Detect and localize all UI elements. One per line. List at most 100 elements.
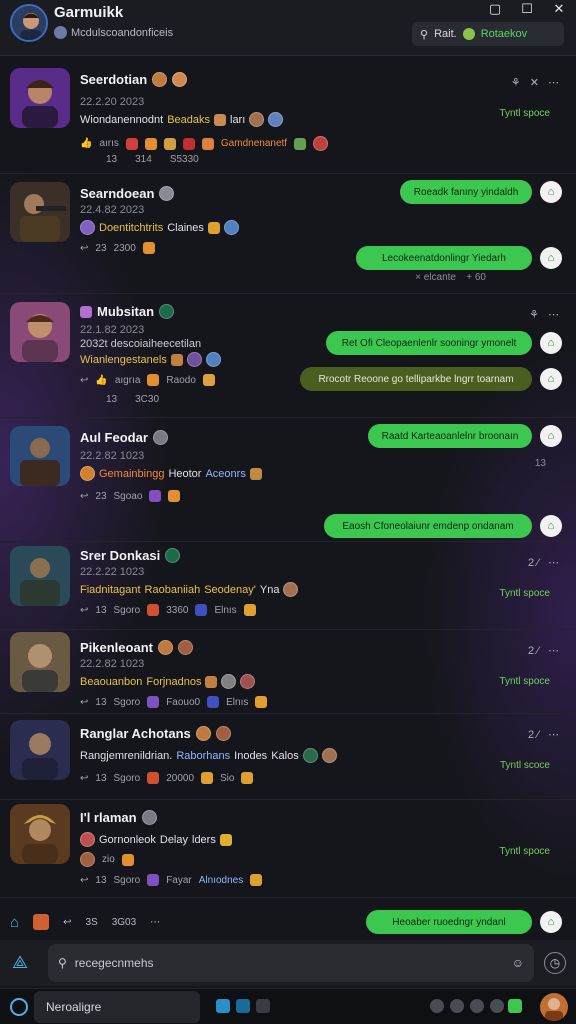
restore-icon[interactable]: ▢: [488, 2, 502, 16]
sent-message-bubble[interactable]: Heoaber ruoedngr yndanl: [366, 910, 532, 934]
tray-icon[interactable]: [490, 999, 504, 1013]
post-avatar[interactable]: [10, 632, 70, 692]
badge-icon: [159, 186, 175, 201]
user-avatar[interactable]: [540, 993, 568, 1021]
search-icon: ⚲: [420, 28, 429, 41]
post-text-part: Raborhans: [176, 749, 231, 762]
start-icon[interactable]: [10, 998, 28, 1016]
app-icon[interactable]: [256, 999, 270, 1013]
post-author: Aul Feodar: [80, 430, 168, 445]
post-stats: zio: [80, 852, 134, 867]
more-options-icon[interactable]: 2⁄ ⋯: [528, 556, 562, 569]
reply-icon[interactable]: ↩: [63, 917, 71, 928]
badge-icon: [172, 72, 188, 87]
post-text: Rangjemrenildrian. Raborhans Inodes Kalo…: [80, 748, 337, 763]
post-stats: 👍 aırıs Gamdnenanetf: [80, 136, 329, 151]
sent-message-bubble[interactable]: Rrocotr Reoone go telliparkbe lngrr toar…: [300, 367, 532, 391]
badge-icon: [313, 136, 329, 151]
post-avatar[interactable]: [10, 720, 70, 780]
taskbar-input-text: Neroaligre: [46, 1000, 102, 1014]
sent-message-bubble[interactable]: Eaosh Cfoneolaiunr emdenp ondanam: [324, 514, 532, 538]
clock-icon[interactable]: ◷: [544, 952, 566, 974]
post-avatar[interactable]: [10, 68, 70, 128]
stat-value: 3G03: [111, 916, 137, 928]
post-text-part: Gornonleok: [99, 833, 156, 846]
more-options-icon[interactable]: 2⁄ ⋯: [528, 644, 562, 657]
post-stats: ↩ 23 Sgoao: [80, 490, 181, 502]
more-options-icon[interactable]: ⋯: [150, 917, 160, 928]
post-avatar[interactable]: [10, 426, 70, 486]
post-text-part: Kalos: [271, 749, 299, 762]
emoji-icon: [147, 772, 160, 784]
header-search[interactable]: ⚲ Rait. Rotaekov: [412, 22, 564, 46]
app-icon[interactable]: [236, 999, 250, 1013]
post-text-part: Claines: [167, 221, 204, 234]
close-icon[interactable]: ✕: [552, 2, 566, 16]
post-text-part: Seodenay': [204, 583, 256, 596]
list-item[interactable]: Pikenleoant 22.2.82 1023 Beaouanbon Forj…: [0, 630, 576, 714]
sent-message-bubble[interactable]: Roeadk fanıny yindaldh: [400, 180, 532, 204]
stat-value: aırıs: [99, 138, 119, 149]
author-name: I'l rlaman: [80, 810, 137, 825]
stat-value: zio: [102, 854, 115, 865]
more-options-icon[interactable]: ⚘ ⋯: [529, 308, 562, 321]
post-avatar[interactable]: [10, 804, 70, 864]
list-item[interactable]: Srer Donkasi 22.2.22 1023 Fiadnitagant R…: [0, 542, 576, 630]
reply-icon[interactable]: ↩: [80, 697, 88, 708]
reply-icon[interactable]: ↩: [80, 605, 88, 616]
post-date: 22.2.82 1023: [80, 450, 145, 462]
sent-message-bubble[interactable]: Ret Ofi Cleopaenlenlr sooningr ymonelt: [326, 331, 532, 355]
sent-message-bubble[interactable]: Lecokeenatdonlingr Yiedarh: [356, 246, 532, 270]
tray-icon[interactable]: [430, 999, 444, 1013]
reply-icon[interactable]: ↩: [80, 375, 88, 386]
app-icon[interactable]: [216, 999, 230, 1013]
apps-icon[interactable]: ⟁: [12, 952, 28, 973]
post-avatar[interactable]: [10, 182, 70, 242]
list-item[interactable]: Seerdotian 22.2.20 2023 Wiondanennodnt B…: [0, 60, 576, 174]
reply-icon[interactable]: ↩: [80, 773, 88, 784]
post-text-part: 2032t descoiaiheecetilan: [80, 338, 202, 350]
reaction-icon[interactable]: 👍: [80, 138, 92, 149]
tray-icon[interactable]: [450, 999, 464, 1013]
reply-icon[interactable]: ↩: [80, 491, 88, 502]
post-text: Wiondanennodnt Beadaks ları: [80, 112, 284, 127]
post-author: Mubsitan: [80, 304, 175, 319]
reaction-icon[interactable]: 👍: [95, 375, 107, 386]
message-input[interactable]: ⚲ recegecnmehs ☺: [48, 944, 534, 982]
post-text-part: lders: [192, 833, 216, 846]
taskbar-search[interactable]: Neroaligre: [34, 991, 200, 1023]
post-date: 22.2.20 2023: [80, 96, 145, 108]
more-options-icon[interactable]: ⚘ ✕ ⋯: [511, 76, 562, 89]
profile-avatar[interactable]: [10, 4, 48, 42]
input-placeholder: recegecnmehs: [74, 956, 154, 970]
post-author: Srer Donkasi: [80, 548, 181, 563]
maximize-icon[interactable]: ☐: [520, 2, 534, 16]
stat-value: Fayar: [166, 874, 192, 886]
tray-icon[interactable]: [470, 999, 484, 1013]
home-icon[interactable]: ⌂: [10, 914, 19, 931]
post-substats: 13 3C30: [106, 394, 159, 405]
reply-icon[interactable]: ↩: [80, 243, 88, 254]
stat-value: 20000: [166, 772, 195, 784]
badge-icon: [80, 220, 95, 235]
list-item[interactable]: Ranglar Achotans Rangjemrenildrian. Rabo…: [0, 714, 576, 800]
badge-icon: [321, 748, 337, 763]
list-item[interactable]: I'l rlaman Gornonleok Delay lders zio ↩ …: [0, 800, 576, 898]
reply-icon[interactable]: ↩: [80, 875, 88, 886]
stat-value: Elnıs: [226, 696, 249, 708]
post-avatar[interactable]: [10, 546, 70, 606]
post-avatar[interactable]: [10, 302, 70, 362]
emoji-icon: [147, 874, 160, 886]
post-text-part: ları: [230, 113, 246, 126]
sent-message-bubble[interactable]: Raatd Karteaoanlelnr broonaın: [368, 424, 532, 448]
verified-icon: [159, 304, 175, 319]
post-text-part: Inodes: [234, 749, 268, 762]
badge-icon: [157, 640, 173, 655]
emoji-picker-icon[interactable]: ☺: [512, 956, 524, 970]
subtitle-text: Mcdulscoandonficeis: [71, 26, 174, 39]
tray-icon[interactable]: [508, 999, 522, 1013]
list-item[interactable]: Mubsitan 22.1.82 2023 2032t descoiaiheec…: [0, 294, 576, 418]
more-options-icon[interactable]: 2⁄ ⋯: [528, 728, 562, 741]
post-stats: ↩ 👍 aıgrıa Raodo: [80, 374, 215, 386]
app-icon[interactable]: [33, 914, 50, 930]
